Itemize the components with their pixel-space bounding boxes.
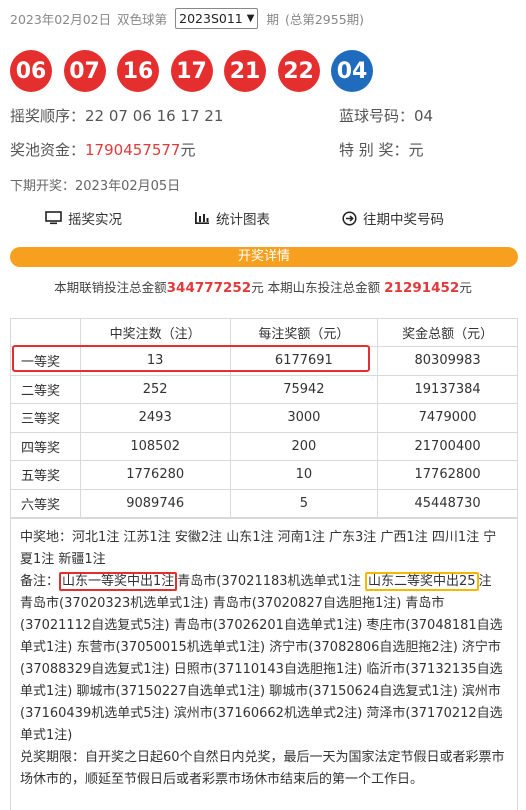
- prize-table-wrap: 中奖注数（注） 每注奖额（元） 奖金总额（元） 一等奖 13 6177691 8…: [10, 318, 518, 518]
- blue-number-label: 蓝球号码：: [339, 107, 415, 125]
- first-prize-shandong-highlight: 山东一等奖中出1注: [59, 572, 178, 591]
- special-prize-value: 元: [408, 141, 424, 159]
- prize-level: 五等奖: [10, 460, 81, 490]
- per-prize: 75942: [229, 374, 379, 404]
- pool-unit: 元: [180, 141, 196, 159]
- live-draw-link[interactable]: 摇奖实况: [45, 208, 122, 228]
- total-prize: 45448730: [377, 488, 518, 518]
- header-cell: 中奖注数（注）: [79, 318, 231, 347]
- table-row: 四等奖 108502 200 21700400: [10, 431, 518, 461]
- draw-notes: 中奖地：河北1注 江苏1注 安徽2注 山东1注 河南1注 广东3注 广西1注 四…: [10, 518, 518, 810]
- special-prize-label: 特 别 奖：: [339, 141, 409, 159]
- next-draw: 下期开奖：2023年02月05日: [10, 175, 180, 194]
- prize-level: 四等奖: [10, 431, 81, 461]
- total-issue: (总第2955期): [284, 11, 365, 27]
- prize-level: 二等奖: [10, 374, 81, 404]
- next-draw-label: 下期开奖：: [10, 179, 76, 194]
- draw-order-value: 22 07 06 16 17 21: [85, 106, 224, 125]
- header-cell: [10, 318, 81, 347]
- prize-table: 中奖注数（注） 每注奖额（元） 奖金总额（元） 一等奖 13 6177691 8…: [10, 318, 518, 518]
- summary-part1: 本期联销投注总金额: [54, 280, 167, 295]
- per-prize: 10: [229, 460, 379, 490]
- winner-count: 13: [79, 346, 231, 376]
- table-row: 五等奖 1776280 10 17762800: [10, 460, 518, 490]
- shandong-sales-amount: 21291452: [384, 280, 460, 296]
- claim-deadline: 兑奖期限：自开奖之日起60个自然日内兑奖，最后一天为国家法定节假日或者彩票市场休…: [20, 747, 508, 791]
- per-prize: 3000: [229, 403, 379, 433]
- remarks-label: 备注：: [20, 574, 60, 589]
- issue-select-value: 2023S011: [179, 10, 243, 26]
- national-sales-amount: 344777252: [166, 280, 252, 296]
- winner-count: 108502: [79, 431, 231, 461]
- lottery-name: 双色球第: [117, 11, 168, 27]
- summary-part2: 元 本期山东投注总金额: [251, 280, 381, 295]
- per-prize: 200: [229, 431, 379, 461]
- total-prize: 7479000: [377, 403, 518, 433]
- history-label: 往期中奖号码: [363, 212, 444, 228]
- winner-regions: 中奖地：河北1注 江苏1注 安徽2注 山东1注 河南1注 广东3注 广西1注 四…: [20, 527, 508, 571]
- red-ball: 16: [117, 50, 159, 92]
- claim-deadline-text: 自开奖之日起60个自然日内兑奖，最后一天为国家法定节假日或者彩票市场休市的，顺延…: [20, 750, 505, 787]
- monitor-icon: [45, 211, 62, 225]
- winner-regions-text: 河北1注 江苏1注 安徽2注 山东1注 河南1注 广东3注 广西1注 四川1注 …: [20, 530, 497, 567]
- table-row: 一等奖 13 6177691 80309983: [10, 346, 518, 376]
- issue-select[interactable]: 2023S011 ▼: [175, 7, 259, 29]
- stats-chart-link[interactable]: 统计图表: [194, 208, 270, 228]
- arrow-circle-icon: [342, 210, 357, 226]
- draw-detail-bar[interactable]: 开奖详情: [10, 247, 518, 267]
- total-prize: 19137384: [377, 374, 518, 404]
- red-ball: 21: [224, 50, 266, 92]
- bar-chart-icon: [195, 212, 209, 224]
- special-prize-row: 特 别 奖：元: [339, 139, 424, 160]
- table-row: 二等奖 252 75942 19137384: [10, 374, 518, 404]
- chevron-down-icon: ▼: [246, 12, 255, 24]
- winner-count: 9089746: [79, 488, 231, 518]
- prize-level: 六等奖: [10, 488, 81, 518]
- draw-order-row: 摇奖顺序： 22 07 06 16 17 21: [10, 105, 223, 126]
- issue-suffix: 期: [266, 11, 279, 27]
- pool-value: 1790457577: [85, 140, 181, 159]
- winner-count: 2493: [79, 403, 231, 433]
- blue-number-row: 蓝球号码：04: [339, 105, 433, 126]
- blue-ball: 04: [331, 50, 373, 92]
- red-ball: 07: [63, 50, 106, 92]
- pool-label: 奖池资金：: [10, 141, 86, 159]
- red-ball: 22: [277, 50, 320, 92]
- second-prize-shandong-highlight: 山东二等奖中出25: [364, 572, 479, 591]
- blue-number-value: 04: [414, 107, 434, 125]
- issue-header: 2023年02月02日 双色球第 2023S011 ▼ 期 (总第2955期): [10, 6, 364, 30]
- per-prize: 6177691: [229, 346, 379, 376]
- total-prize: 21700400: [377, 431, 518, 461]
- winner-regions-label: 中奖地：: [20, 530, 73, 545]
- summary-part3: 元: [459, 280, 472, 295]
- total-prize: 80309983: [377, 346, 518, 376]
- winner-count: 252: [79, 374, 231, 404]
- header-cell: 奖金总额（元）: [377, 318, 518, 347]
- claim-deadline-label: 兑奖期限：: [20, 750, 86, 765]
- winner-count: 1776280: [79, 460, 231, 490]
- total-prize: 17762800: [377, 460, 518, 490]
- winning-balls: 06 07 16 17 21 22 04: [10, 50, 385, 92]
- remarks-mid: 青岛市(37021183机选单式1注: [177, 574, 361, 589]
- remarks: 备注： 山东一等奖中出1注 青岛市(37021183机选单式1注 山东二等奖中出25…: [20, 571, 508, 747]
- table-row: 六等奖 9089746 5 45448730: [10, 488, 518, 518]
- per-prize: 5: [229, 488, 379, 518]
- draw-date: 2023年02月02日: [10, 11, 112, 27]
- header-cell: 每注奖额（元）: [229, 318, 379, 347]
- sales-summary: 本期联销投注总金额344777252元 本期山东投注总金额 21291452元: [0, 277, 526, 296]
- red-ball: 17: [170, 50, 213, 92]
- stats-chart-label: 统计图表: [216, 212, 270, 228]
- live-draw-label: 摇奖实况: [68, 212, 122, 228]
- table-row: 三等奖 2493 3000 7479000: [10, 403, 518, 433]
- prize-level: 一等奖: [10, 346, 81, 376]
- next-draw-value: 2023年02月05日: [75, 179, 181, 194]
- history-link[interactable]: 往期中奖号码: [342, 208, 444, 228]
- table-header-row: 中奖注数（注） 每注奖额（元） 奖金总额（元）: [10, 318, 518, 347]
- remarks-rest: 注 青岛市(37020323机选单式1注) 青岛市(37020827自选胆拖1注…: [20, 574, 503, 743]
- prize-level: 三等奖: [10, 403, 81, 433]
- red-ball: 06: [10, 50, 52, 92]
- draw-order-label: 摇奖顺序：: [10, 107, 86, 125]
- pool-row: 奖池资金： 1790457577 元: [10, 139, 195, 160]
